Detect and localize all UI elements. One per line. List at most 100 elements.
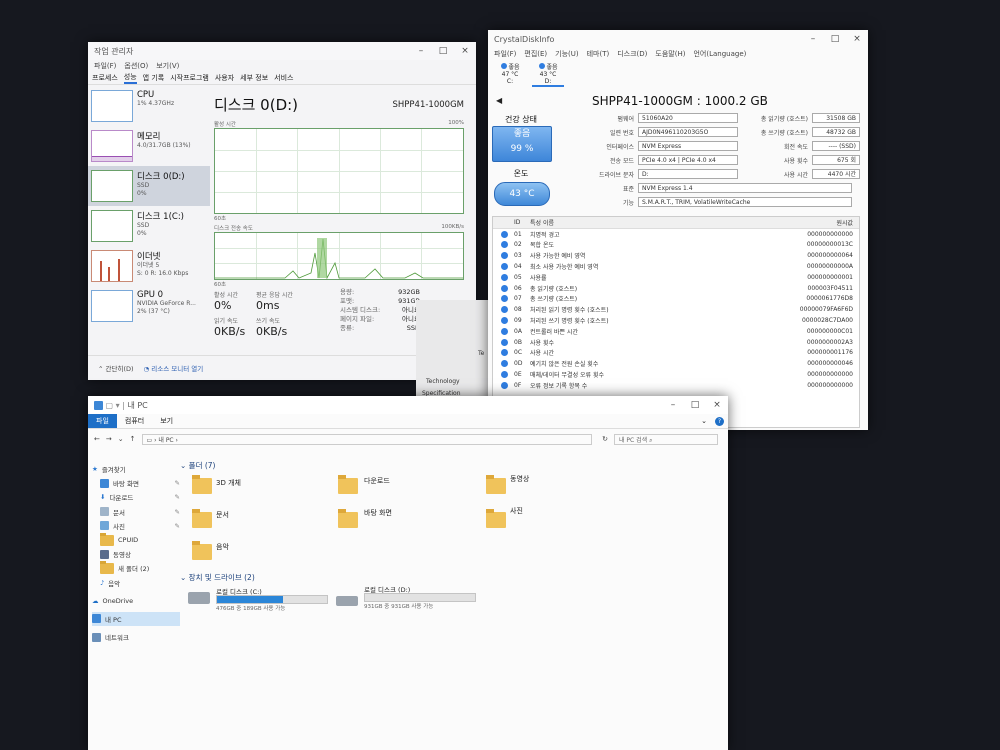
table-row[interactable]: 07 총 쓰기량 (호스트) 0000061776D8 [493, 294, 859, 305]
tab-users[interactable]: 사용자 [215, 73, 234, 83]
nav-quick-access[interactable]: ★ 즐겨찾기 [92, 462, 180, 476]
drive-tab-status: 좋음 [546, 64, 558, 71]
close-button[interactable]: × [846, 34, 868, 44]
close-button[interactable]: × [706, 400, 728, 410]
computer-icon [94, 400, 103, 410]
field-label: 표준 [622, 186, 634, 193]
back-button[interactable]: ← [94, 435, 100, 443]
table-row[interactable]: 03 사용 가능한 예비 영역 000000000064 [493, 250, 859, 261]
menu-view[interactable]: 보기(V) [156, 61, 179, 71]
prev-drive-button[interactable]: ◀ [496, 96, 502, 105]
resource-monitor-link[interactable]: ◔ 리소스 모니터 열기 [144, 363, 204, 373]
table-row[interactable]: 05 사용률 000000000001 [493, 272, 859, 283]
tab-details[interactable]: 세부 정보 [240, 73, 268, 83]
minimize-button[interactable]: – [410, 46, 432, 56]
ribbon-tab-computer[interactable]: 컴퓨터 [117, 416, 152, 426]
field-label: 드라이브 문자 [598, 172, 634, 179]
menu-item[interactable]: 도움말(H) [655, 49, 685, 59]
nav-cpuid[interactable]: CPUID [92, 532, 180, 547]
menu-item[interactable]: 언어(Language) [693, 49, 746, 59]
nav-onedrive[interactable]: ☁ OneDrive [92, 594, 180, 608]
quick-access-icons[interactable]: ▢ ▾ | [106, 401, 125, 410]
drives-section-header[interactable]: ⌄ 장치 및 드라이브 (2) [180, 572, 255, 583]
maximize-button[interactable]: □ [432, 46, 454, 56]
nav-network[interactable]: 네트워크 [92, 630, 180, 644]
nav-label: 다운로드 [109, 494, 134, 503]
folders-section-header[interactable]: ⌄ 폴더 (7) [180, 460, 215, 471]
task-manager-title: 작업 관리자 [94, 46, 134, 56]
table-row[interactable]: 08 처리된 읽기 명령 횟수 (호스트) 00000079FA6F6D [493, 304, 859, 315]
attr-name: 사용 가능한 예비 영역 [530, 253, 586, 261]
perf-item-ethernet[interactable]: 이더넷 이더넷 5 S: 0 R: 16.0 Kbps [88, 246, 210, 286]
forward-button[interactable]: → [106, 435, 112, 443]
status-dot-icon [501, 381, 508, 389]
table-row[interactable]: 0F 오류 정보 기록 항목 수 000000000000 [493, 380, 859, 391]
table-row[interactable]: 02 복합 온도 00000000013C [493, 240, 859, 251]
status-dot-icon [501, 371, 508, 379]
nav-desktop[interactable]: 바탕 화면 ✎ [92, 476, 180, 490]
menu-item[interactable]: 파일(F) [494, 49, 516, 59]
tab-startup[interactable]: 시작프로그램 [170, 73, 209, 83]
music-icon: ♪ [100, 578, 105, 587]
table-row[interactable]: 04 최소 사용 가능한 예비 영역 00000000000A [493, 261, 859, 272]
recent-dropdown[interactable]: ⌄ [118, 435, 124, 443]
menu-item[interactable]: 기능(U) [555, 49, 578, 59]
table-row[interactable]: 06 총 읽기량 (호스트) 000003F04511 [493, 283, 859, 294]
stat-label: 평균 응답 시간 [256, 292, 293, 299]
table-row[interactable]: 0D 예기치 않은 전원 손실 횟수 000000000046 [493, 358, 859, 369]
table-row[interactable]: 0E 매체/데이터 무결성 오류 횟수 000000000000 [493, 369, 859, 380]
nav-downloads[interactable]: ⬇ 다운로드 ✎ [92, 490, 180, 504]
menu-item[interactable]: 테마(T) [587, 49, 610, 59]
nav-this-pc[interactable]: 내 PC [92, 611, 180, 627]
perf-item-cpu[interactable]: CPU 1% 4.37GHz [88, 86, 210, 126]
tab-performance[interactable]: 성능 [123, 72, 137, 84]
prop-key: 종류: [340, 324, 355, 332]
perf-item-sub: 1% 4.37GHz [137, 100, 175, 107]
folder-label: 3D 개체 [216, 479, 241, 487]
tab-services[interactable]: 서비스 [274, 73, 293, 83]
folder-label: 다운로드 [364, 477, 390, 485]
menu-options[interactable]: 옵션(O) [124, 61, 148, 71]
menu-file[interactable]: 파일(F) [94, 61, 116, 71]
drive-tab-c[interactable]: 좋음 47 °C C: [494, 62, 526, 87]
refresh-button[interactable]: ↻ [602, 435, 608, 443]
perf-item-label: GPU 0 [137, 290, 164, 300]
help-icon[interactable]: ? [715, 416, 724, 426]
nav-documents[interactable]: 문서 ✎ [92, 505, 180, 519]
up-button[interactable]: ↑ [130, 435, 136, 443]
perf-item-memory[interactable]: 메모리 4.0/31.7GB (13%) [88, 126, 210, 166]
table-row[interactable]: 0C 사용 시간 000000001176 [493, 348, 859, 359]
close-button[interactable]: × [454, 46, 476, 56]
fewer-details-link[interactable]: ⌃ 간단히(D) [98, 363, 134, 373]
address-bar[interactable]: ▭ › 내 PC › [141, 433, 593, 445]
perf-item-disk1[interactable]: 디스크 1(C:) SSD 0% [88, 206, 210, 246]
crystal-titlebar: CrystalDiskInfo – □ × [488, 30, 868, 48]
maximize-button[interactable]: □ [684, 400, 706, 410]
maximize-button[interactable]: □ [824, 34, 846, 44]
table-row[interactable]: 01 치명적 경고 000000000000 [493, 229, 859, 240]
menu-item[interactable]: 디스크(D) [617, 49, 647, 59]
minimize-button[interactable]: – [802, 34, 824, 44]
ribbon-expand-icon[interactable]: ⌄ [693, 417, 715, 425]
table-row[interactable]: 0B 사용 횟수 0000000002A3 [493, 337, 859, 348]
table-row[interactable]: 09 처리된 쓰기 명령 횟수 (호스트) 0000028C7DA00 [493, 315, 859, 326]
stat-value: 0ms [256, 299, 280, 312]
search-input[interactable]: 내 PC 검색 ⌕ [614, 433, 718, 445]
tab-app-history[interactable]: 앱 기록 [143, 73, 165, 83]
ribbon-tab-file[interactable]: 파일 [88, 414, 117, 428]
resource-monitor-label: 리소스 모니터 열기 [151, 365, 204, 373]
drive-tab-d[interactable]: 좋음 43 °C D: [532, 62, 564, 87]
nav-videos[interactable]: 동영상 [92, 547, 180, 561]
minimize-button[interactable]: – [662, 400, 684, 410]
status-dot-icon [501, 263, 508, 271]
nav-music[interactable]: ♪ 음악 [92, 576, 180, 590]
nav-new-folder[interactable]: 새 폴더 (2) [92, 560, 180, 575]
perf-item-disk0[interactable]: 디스크 0(D:) SSD 0% [88, 166, 210, 206]
nav-pictures[interactable]: 사진 ✎ [92, 519, 180, 533]
power-count-field: 675 회 [812, 155, 860, 165]
table-row[interactable]: 0A 컨트롤러 바쁜 시간 000000000C01 [493, 326, 859, 337]
tab-processes[interactable]: 프로세스 [92, 73, 118, 83]
menu-item[interactable]: 편집(E) [524, 49, 547, 59]
ribbon-tab-view[interactable]: 보기 [152, 416, 181, 426]
perf-item-gpu[interactable]: GPU 0 NVIDIA GeForce R... 2% (37 °C) [88, 286, 210, 326]
